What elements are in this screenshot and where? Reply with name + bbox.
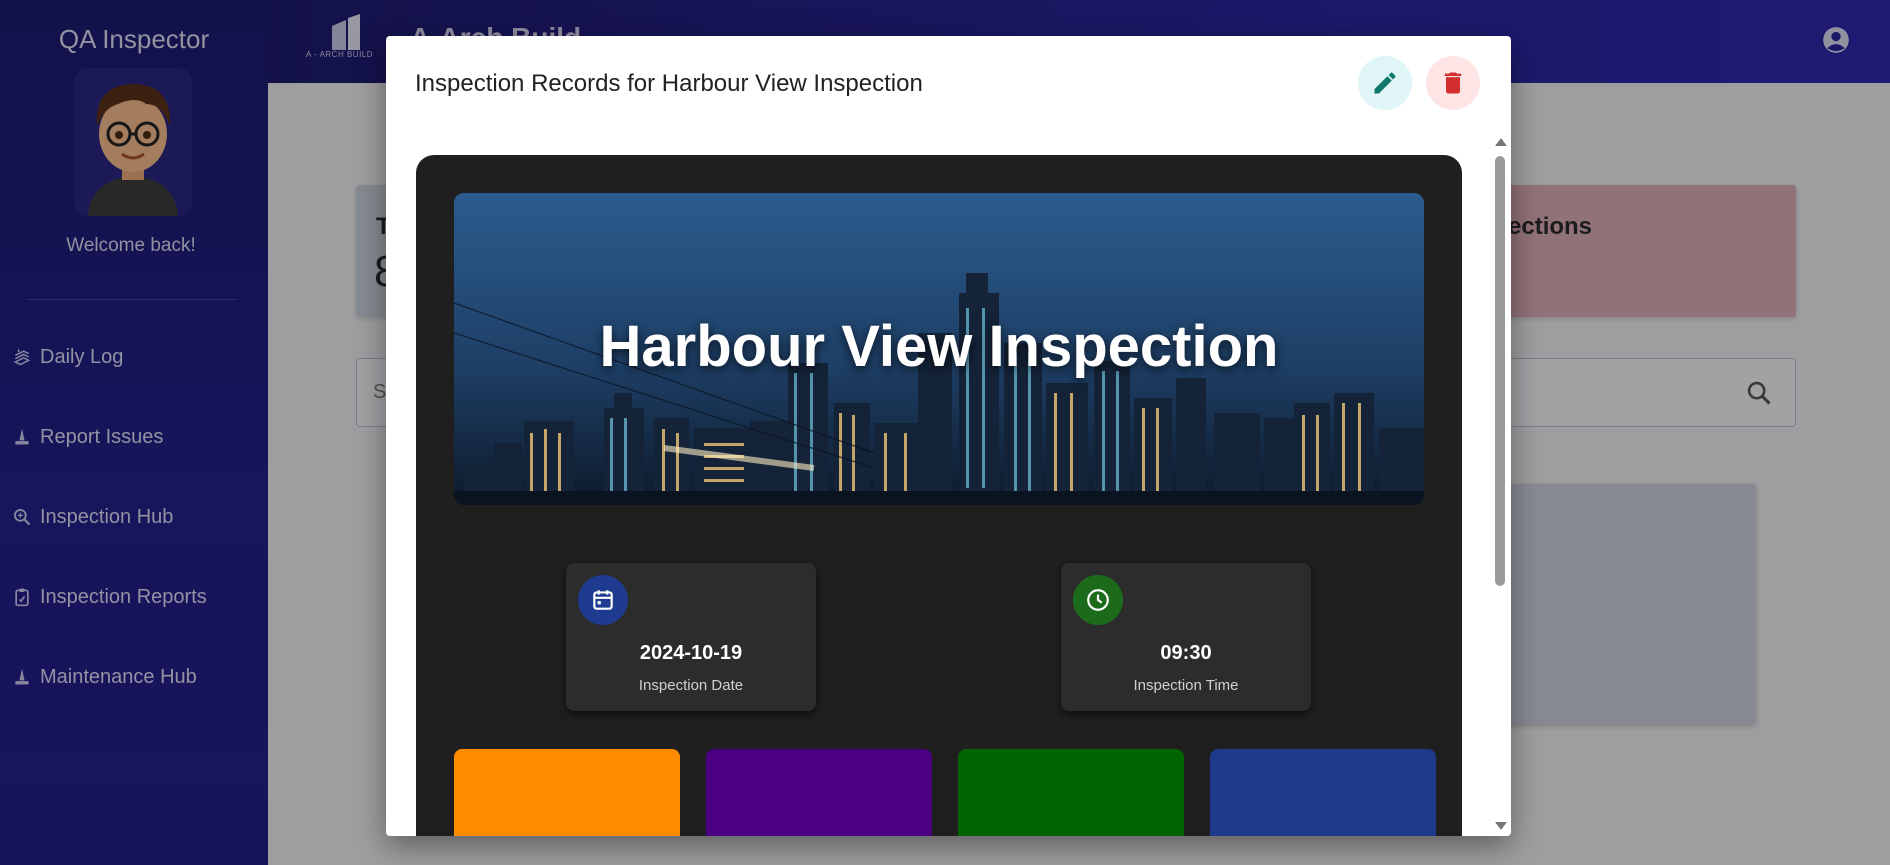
clock-icon (1073, 575, 1123, 625)
status-tile-green[interactable] (958, 749, 1184, 836)
status-tile-blue[interactable] (1210, 749, 1436, 836)
inspection-date-card: 2024-10-19 Inspection Date (566, 563, 816, 711)
modal-title: Inspection Records for Harbour View Insp… (415, 70, 923, 97)
status-tile-purple[interactable] (706, 749, 932, 836)
calendar-icon (578, 575, 628, 625)
inspection-date-label: Inspection Date (638, 677, 744, 694)
inspection-card: Harbour View Inspection 2024-10-19 Inspe… (416, 155, 1462, 836)
trash-icon (1444, 72, 1462, 94)
hero-title: Harbour View Inspection (599, 314, 1279, 379)
edit-button[interactable] (1358, 56, 1412, 110)
hero-banner: Harbour View Inspection (454, 193, 1424, 505)
scroll-up-arrow[interactable] (1495, 138, 1507, 146)
scroll-thumb[interactable] (1495, 156, 1505, 586)
scroll-down-arrow[interactable] (1495, 822, 1507, 830)
inspection-time-card: 09:30 Inspection Time (1061, 563, 1311, 711)
modal-scrollbar[interactable] (1493, 134, 1507, 834)
status-tile-orange[interactable] (454, 749, 680, 836)
inspection-time-label: Inspection Time (1133, 677, 1239, 694)
delete-button[interactable] (1426, 56, 1480, 110)
inspection-time-value: 09:30 (1160, 642, 1212, 664)
pencil-icon (1374, 72, 1396, 94)
inspection-date-value: 2024-10-19 (639, 642, 743, 664)
inspection-records-modal: Inspection Records for Harbour View Insp… (386, 36, 1511, 836)
